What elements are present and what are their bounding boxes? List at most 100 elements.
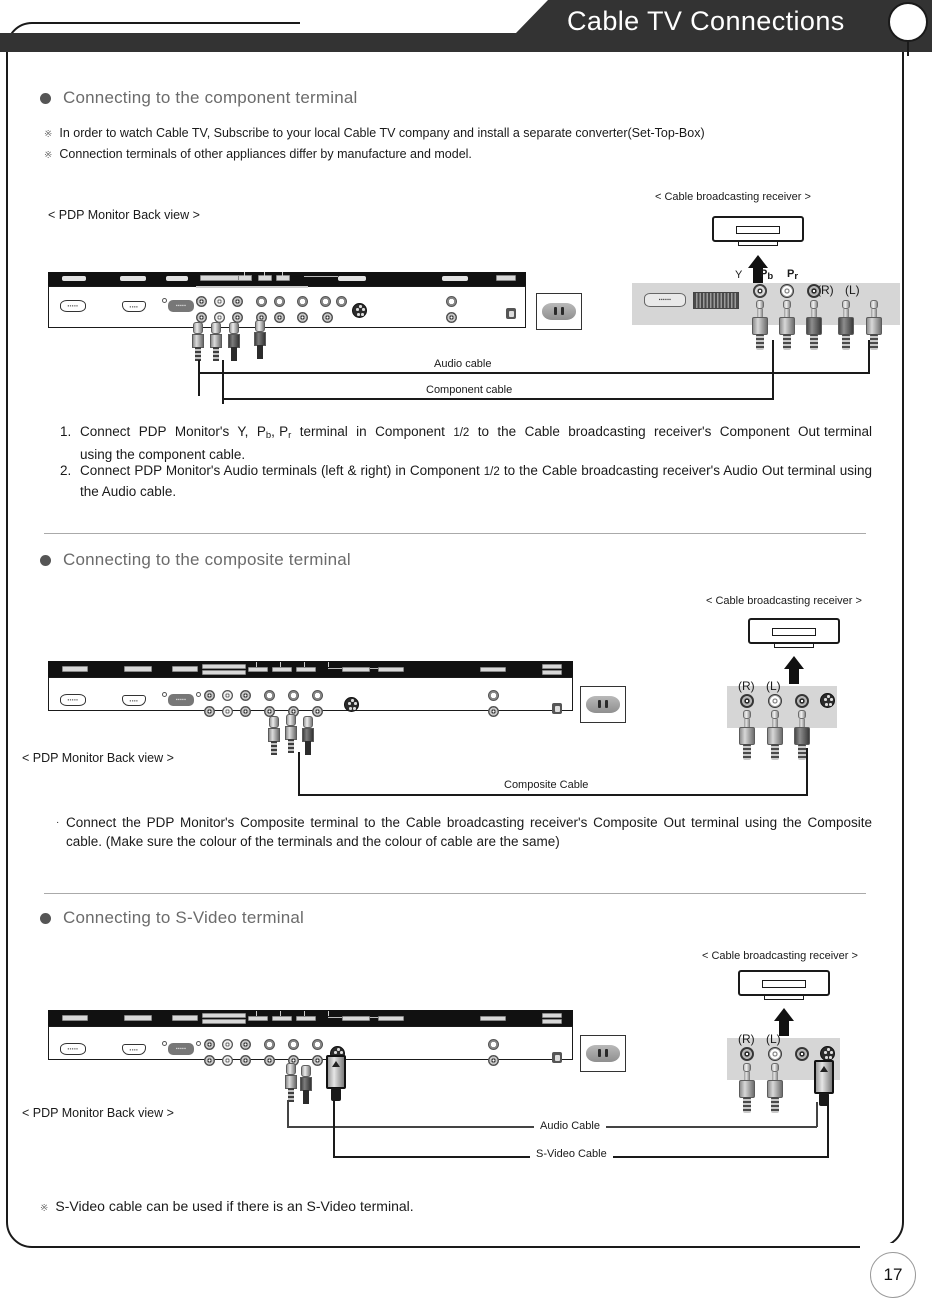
section-divider-2: [44, 893, 866, 894]
pdp-jack-pb1: [222, 1039, 233, 1050]
pdp-jack-y1: [196, 296, 207, 307]
receiver-jack-audio-l: [768, 1047, 782, 1061]
svideo-footnote: ※ S-Video cable can be used if there is …: [40, 1198, 414, 1214]
receiver-jack-audio-l: [768, 694, 782, 708]
step-2: 2. Connect PDP Monitor's Audio terminals…: [60, 461, 872, 501]
wire-composite-h: [298, 794, 808, 796]
pdp-jack-y1: [204, 690, 215, 701]
receiver-slot: [762, 980, 806, 988]
receiver-foot: [764, 996, 804, 1000]
step-2-text: Connect PDP Monitor's Audio terminals (l…: [80, 463, 872, 499]
pdp-jack-aux3: [322, 312, 333, 323]
pdp-service-port: [552, 1052, 562, 1063]
pdp-jack-mono-bottom: [446, 312, 457, 323]
pdp-vga-port: ▪▪▪▪▪: [168, 300, 194, 312]
pdp-rs232-port: ▪▪▪▪▪: [60, 1043, 86, 1055]
receiver-svideo-jack: [820, 1046, 835, 1061]
step-1: 1. Connect PDP Monitor's Y, Pb, Pr termi…: [60, 422, 872, 464]
wire-svideo-right: [827, 1104, 829, 1158]
pdp-rs232-port: ▪▪▪▪▪: [60, 694, 86, 706]
pdp-hdmi-port: ▪▪▪▪: [122, 301, 146, 312]
section-heading-component: Connecting to the component terminal: [40, 88, 357, 108]
pdp-svideo-jack: [344, 697, 359, 712]
page-title: Cable TV Connections: [567, 6, 845, 36]
bullet-dot-icon: [40, 92, 51, 104]
pdp-jack-video2: [297, 312, 308, 323]
reference-mark-icon: ※: [44, 150, 53, 161]
ac-power-inlet-box: [580, 686, 626, 723]
pdp-jack-pr2: [240, 706, 251, 717]
receiver-jack-audio-r: [740, 694, 754, 708]
reference-mark-icon: ※: [40, 1203, 49, 1214]
cable-label-svideo: S-Video Cable: [530, 1148, 613, 1160]
panel-label-strip: [48, 272, 526, 286]
terminal-label-pb: Pb: [760, 268, 774, 282]
ac-power-inlet-box: [536, 293, 582, 330]
step-2-number: 2.: [60, 463, 72, 478]
note-line-2: ※ Connection terminals of other applianc…: [44, 147, 472, 161]
pdp-jack-audio-r1: [264, 1039, 275, 1050]
pdp-jack-audio-l1: [288, 1039, 299, 1050]
section-title-text: Connecting to the component terminal: [63, 88, 358, 107]
panel-label-strip: [48, 661, 573, 677]
receiver-jack-y: [753, 284, 767, 298]
section-heading-svideo: Connecting to S-Video terminal: [40, 908, 304, 928]
receiver-caption: < Cable broadcasting receiver >: [706, 595, 862, 607]
cable-label-audio: Audio cable: [428, 358, 498, 370]
pdp-jack-audio-r1: [256, 296, 267, 307]
wire-audio-left: [198, 360, 200, 396]
pdp-jack-mono-bottom: [488, 706, 499, 717]
ac-power-socket-icon: [586, 696, 620, 713]
pdp-jack-audio-r1: [264, 690, 275, 701]
composite-body-text: · Connect the PDP Monitor's Composite te…: [56, 813, 872, 851]
section-divider-1: [44, 533, 866, 534]
receiver-jack-pb: [780, 284, 794, 298]
receiver-foot: [774, 644, 814, 648]
terminal-label-l: (L): [766, 1032, 781, 1046]
note-text: Connection terminals of other appliances…: [59, 147, 472, 161]
receiver-foot: [738, 242, 778, 246]
pdp-jack-pb2: [222, 706, 233, 717]
receiver-jack-video: [795, 1047, 809, 1061]
receiver-dvi-port: [693, 292, 739, 309]
pdp-jack-pr1: [240, 690, 251, 701]
terminal-label-r: (R): [738, 679, 755, 693]
pdp-jack-pb1: [214, 296, 225, 307]
step-1-text: Connect PDP Monitor's Y, Pb, Pr terminal…: [80, 424, 872, 462]
vga-screw-right-icon: [196, 691, 201, 697]
page-number: 17: [870, 1252, 916, 1298]
wire-audio-right: [816, 1102, 818, 1127]
pdp-jack-video2: [312, 706, 323, 717]
ac-power-inlet-box: [580, 1035, 626, 1072]
cable-label-component: Component cable: [420, 384, 519, 396]
step-1-number: 1.: [60, 424, 72, 439]
section-title-text: Connecting to S-Video terminal: [63, 908, 304, 927]
pdp-rs232-port: ▪▪▪▪▪: [60, 300, 86, 312]
pdp-jack-video2: [312, 1055, 323, 1066]
pdp-jack-video1: [297, 296, 308, 307]
circle-badge-stem: [907, 42, 909, 56]
monitor-back-view-caption: < PDP Monitor Back view >: [22, 751, 174, 765]
pdp-hdmi-port: ▪▪▪▪: [122, 695, 146, 706]
panel-group-underline: [196, 286, 308, 288]
terminal-label-r: (R): [738, 1032, 755, 1046]
bullet-dot-icon: [40, 912, 51, 924]
receiver-caption: < Cable broadcasting receiver >: [702, 950, 858, 962]
up-arrow-icon: [784, 656, 804, 684]
wire-audio-h: [198, 372, 870, 374]
pdp-jack-y1: [204, 1039, 215, 1050]
pdp-jack-audio-l1: [274, 296, 285, 307]
receiver-svideo-jack: [820, 693, 835, 708]
circle-badge-icon: [888, 2, 928, 42]
pdp-jack-aux1: [320, 296, 331, 307]
pdp-jack-pb2: [222, 1055, 233, 1066]
receiver-vga-port: ▪▪▪▪▪▪: [644, 293, 686, 307]
pdp-jack-pb1: [222, 690, 233, 701]
page-header: Cable TV Connections: [0, 0, 932, 56]
receiver-caption: < Cable broadcasting receiver >: [655, 191, 811, 203]
terminal-label-l: (L): [845, 283, 860, 297]
pdp-jack-y2: [204, 706, 215, 717]
monitor-back-view-caption: < PDP Monitor Back view >: [22, 1106, 174, 1120]
reference-mark-icon: ※: [44, 129, 53, 140]
note-line-1: ※ In order to watch Cable TV, Subscribe …: [44, 126, 705, 140]
